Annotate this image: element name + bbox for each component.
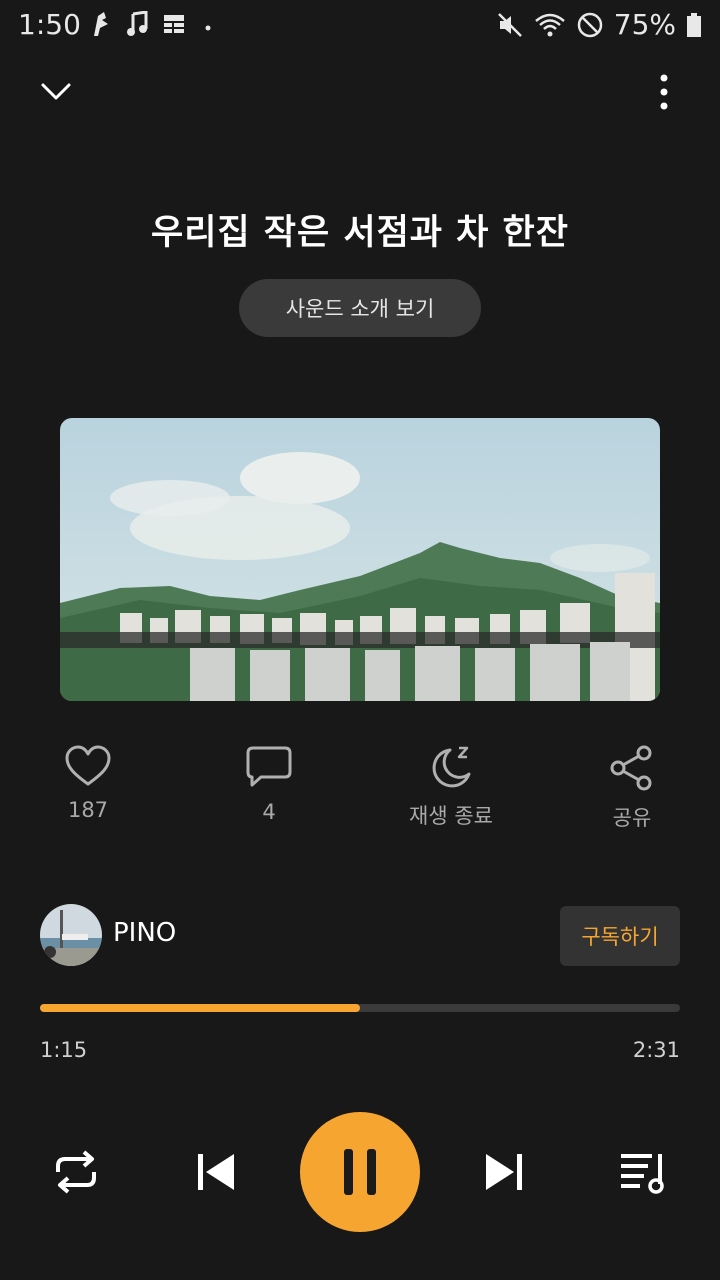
share-icon [610, 745, 652, 791]
battery-percent: 75% [613, 8, 676, 41]
grid-app-icon [164, 15, 184, 33]
more-options-button[interactable] [644, 72, 684, 112]
track-title: 우리집 작은 서점과 차 한잔 [151, 213, 569, 253]
subscribe-button[interactable]: 구독하기 [560, 906, 680, 966]
pause-button[interactable] [300, 1112, 420, 1232]
avatar-image [40, 904, 102, 966]
skip-next-icon [486, 1154, 522, 1190]
pause-icon [344, 1149, 376, 1195]
dot-icon [205, 25, 211, 31]
wifi-icon [534, 13, 565, 36]
status-time: 1:50 [18, 8, 81, 41]
more-vertical-icon [660, 74, 668, 110]
app-notification-icon [94, 12, 108, 36]
playlist-icon [621, 1154, 664, 1194]
sleep-timer-label: 재생 종료 [409, 804, 493, 828]
system-icons: 75% [496, 8, 702, 41]
sound-intro-button[interactable]: 사운드 소개 보기 [239, 279, 481, 337]
status-bar: 1:50 75% [0, 0, 720, 52]
next-button[interactable] [480, 1148, 528, 1200]
progress-bar[interactable] [40, 1004, 680, 1012]
avatar[interactable] [40, 904, 102, 966]
progress-fill [40, 1004, 360, 1012]
like-button[interactable]: 187 [23, 744, 153, 822]
mute-icon [497, 12, 522, 37]
heart-icon [65, 745, 111, 786]
sleep-timer-button[interactable]: 재생 종료 [386, 744, 516, 830]
battery-icon [687, 12, 701, 37]
comment-button[interactable]: 4 [204, 744, 334, 824]
notification-icons [88, 10, 216, 38]
uploader-name[interactable]: PINO [113, 918, 176, 948]
playlist-button[interactable] [618, 1148, 668, 1200]
repeat-button[interactable] [50, 1146, 102, 1202]
landscape-image [60, 418, 660, 701]
skip-previous-icon [198, 1154, 234, 1190]
chevron-down-icon [41, 83, 71, 100]
collapse-button[interactable] [36, 74, 76, 110]
music-note-icon [127, 11, 148, 36]
current-time: 1:15 [40, 1038, 88, 1062]
like-count: 187 [67, 798, 109, 822]
album-art [60, 418, 660, 701]
do-not-disturb-icon [577, 12, 603, 37]
repeat-icon [56, 1150, 96, 1194]
previous-button[interactable] [192, 1148, 240, 1200]
moon-sleep-icon [432, 746, 471, 788]
share-button[interactable]: 공유 [567, 744, 697, 832]
share-label: 공유 [612, 806, 652, 830]
comment-icon [246, 746, 292, 787]
total-time: 2:31 [632, 1038, 680, 1062]
comment-count: 4 [262, 800, 276, 824]
